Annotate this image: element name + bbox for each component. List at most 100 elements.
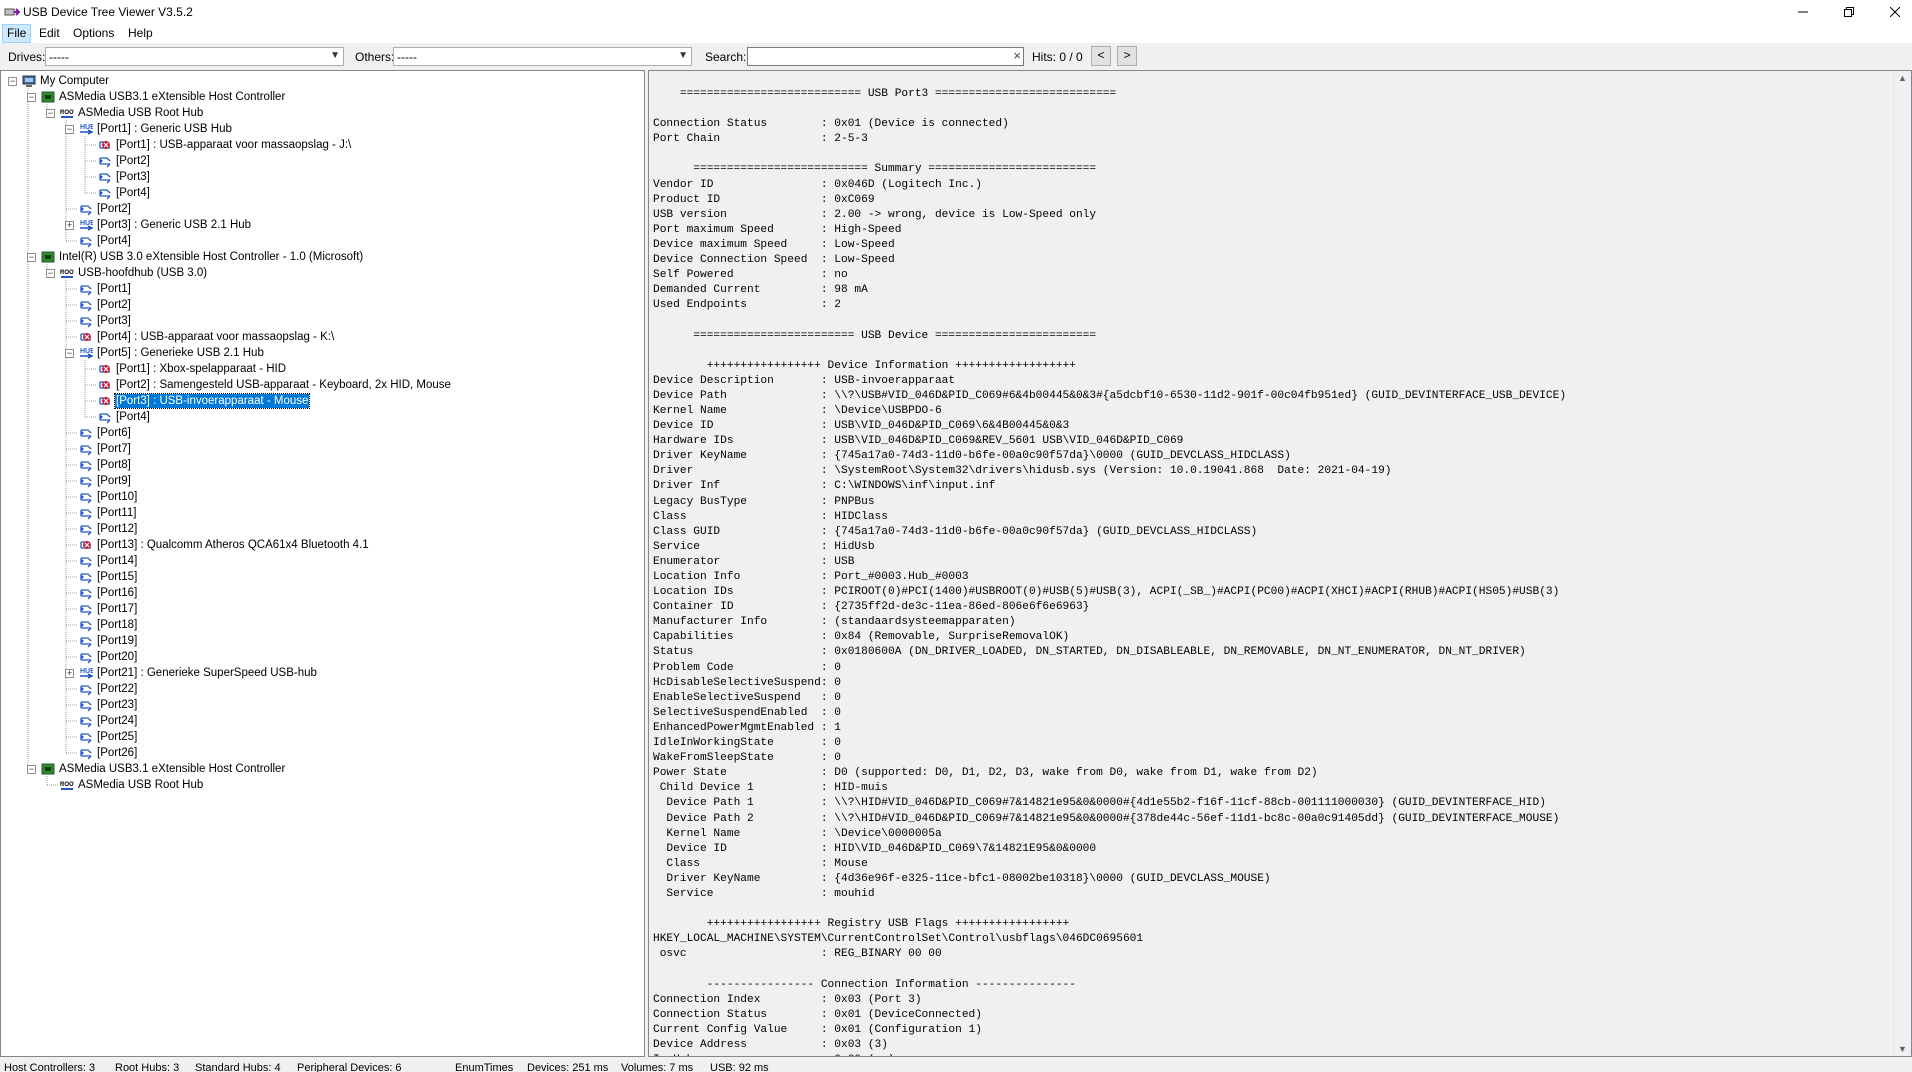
tree-node[interactable]: [Port9] bbox=[1, 473, 641, 489]
tree-node[interactable]: [Port3] : USB-invoerapparaat - Mouse bbox=[1, 393, 641, 409]
device-tree[interactable]: − My Computer − ASMedia USB3.1 eXtensible H… bbox=[0, 70, 645, 1057]
tree-node-label[interactable]: [Port1] : USB-apparaat voor massaopslag … bbox=[115, 138, 352, 152]
tree-node[interactable]: [Port1] bbox=[1, 281, 641, 297]
collapse-icon[interactable]: − bbox=[27, 765, 36, 774]
tree-node-label[interactable]: [Port4] bbox=[115, 410, 151, 424]
tree-node[interactable]: − ASMedia USB3.1 eXtensible Host Controll… bbox=[1, 761, 641, 777]
tree-node[interactable]: [Port25] bbox=[1, 729, 641, 745]
menu-edit[interactable]: Edit bbox=[35, 24, 64, 43]
tree-node[interactable]: [Port16] bbox=[1, 585, 641, 601]
scroll-up-icon[interactable]: ▲ bbox=[1898, 73, 1907, 83]
tree-node[interactable]: [Port2] : Samengesteld USB-apparaat - Ke… bbox=[1, 377, 641, 393]
tree-node[interactable]: [Port14] bbox=[1, 553, 641, 569]
tree-node-label[interactable]: ASMedia USB3.1 eXtensible Host Controlle… bbox=[58, 762, 286, 776]
tree-node-label[interactable]: [Port2] bbox=[96, 202, 132, 216]
tree-node-label[interactable]: [Port15] bbox=[96, 570, 138, 584]
tree-node-label[interactable]: [Port11] bbox=[96, 506, 137, 520]
collapse-icon[interactable]: − bbox=[8, 77, 17, 86]
tree-node[interactable]: [Port13] : Qualcomm Atheros QCA61x4 Blue… bbox=[1, 537, 641, 553]
expand-icon[interactable]: + bbox=[65, 221, 74, 230]
collapse-icon[interactable]: − bbox=[65, 349, 74, 358]
tree-node-label[interactable]: [Port4] bbox=[115, 186, 151, 200]
report-vertical-scrollbar[interactable]: ▲ ▼ bbox=[1893, 71, 1911, 1056]
tree-node[interactable]: −ROOTASMedia USB Root Hub bbox=[1, 105, 641, 121]
tree-node[interactable]: − ASMedia USB3.1 eXtensible Host Controll… bbox=[1, 89, 641, 105]
tree-node[interactable]: [Port11] bbox=[1, 505, 641, 521]
tree-node[interactable]: [Port1] : USB-apparaat voor massaopslag … bbox=[1, 137, 641, 153]
tree-node-label[interactable]: [Port24] bbox=[96, 714, 138, 728]
tree-node-label[interactable]: [Port1] bbox=[96, 282, 132, 296]
tree-node[interactable]: [Port12] bbox=[1, 521, 641, 537]
expand-icon[interactable]: + bbox=[65, 669, 74, 678]
tree-node-label[interactable]: [Port2] : Samengesteld USB-apparaat - Ke… bbox=[115, 378, 452, 392]
tree-node-label[interactable]: [Port8] bbox=[96, 458, 132, 472]
tree-node[interactable]: [Port26] bbox=[1, 745, 641, 761]
collapse-icon[interactable]: − bbox=[27, 253, 36, 262]
tree-node-label[interactable]: ASMedia USB Root Hub bbox=[77, 106, 204, 120]
collapse-icon[interactable]: − bbox=[65, 125, 74, 134]
drives-dropdown[interactable]: ----- ▼ bbox=[45, 47, 344, 66]
tree-node-label[interactable]: [Port26] bbox=[96, 746, 138, 760]
tree-node-label[interactable]: [Port3] bbox=[115, 170, 151, 184]
tree-node[interactable]: [Port22] bbox=[1, 681, 641, 697]
tree-node-label[interactable]: [Port2] bbox=[115, 154, 151, 168]
tree-node[interactable]: [Port24] bbox=[1, 713, 641, 729]
tree-node[interactable]: −HUB[Port1] : Generic USB Hub bbox=[1, 121, 641, 137]
device-report-pane[interactable]: =========================== USB Port3 ==… bbox=[648, 70, 1912, 1057]
minimize-button[interactable] bbox=[1780, 0, 1826, 24]
collapse-icon[interactable]: − bbox=[27, 93, 36, 102]
tree-node[interactable]: [Port18] bbox=[1, 617, 641, 633]
menu-options[interactable]: Options bbox=[69, 24, 118, 43]
close-button[interactable] bbox=[1872, 0, 1912, 24]
tree-node-label[interactable]: [Port4] : USB-apparaat voor massaopslag … bbox=[96, 330, 335, 344]
tree-node-label[interactable]: [Port3] bbox=[96, 314, 132, 328]
tree-node-label[interactable]: [Port17] bbox=[96, 602, 138, 616]
tree-node-label[interactable]: Intel(R) USB 3.0 eXtensible Host Control… bbox=[58, 250, 364, 264]
tree-node-label[interactable]: USB-hoofdhub (USB 3.0) bbox=[77, 266, 208, 280]
tree-node[interactable]: [Port1] : Xbox-spelapparaat - HID bbox=[1, 361, 641, 377]
tree-node-label[interactable]: [Port13] : Qualcomm Atheros QCA61x4 Blue… bbox=[96, 538, 370, 552]
tree-node-label[interactable]: [Port16] bbox=[96, 586, 138, 600]
tree-node[interactable]: [Port2] bbox=[1, 201, 641, 217]
menu-file[interactable]: File bbox=[2, 24, 32, 43]
tree-node[interactable]: [Port4] bbox=[1, 185, 641, 201]
tree-node[interactable]: [Port2] bbox=[1, 297, 641, 313]
tree-node[interactable]: [Port7] bbox=[1, 441, 641, 457]
scroll-down-icon[interactable]: ▼ bbox=[1898, 1044, 1907, 1054]
search-input[interactable]: × bbox=[747, 47, 1024, 66]
tree-node[interactable]: [Port17] bbox=[1, 601, 641, 617]
tree-node-label[interactable]: [Port6] bbox=[96, 426, 132, 440]
restore-button[interactable] bbox=[1826, 0, 1872, 24]
menu-help[interactable]: Help bbox=[124, 24, 157, 43]
tree-node-label[interactable]: [Port3] : Generic USB 2.1 Hub bbox=[96, 218, 252, 232]
tree-node[interactable]: [Port4] bbox=[1, 409, 641, 425]
tree-node[interactable]: [Port15] bbox=[1, 569, 641, 585]
tree-node[interactable]: [Port4] bbox=[1, 233, 641, 249]
tree-node-label[interactable]: [Port5] : Generieke USB 2.1 Hub bbox=[96, 346, 265, 360]
others-dropdown[interactable]: ----- ▼ bbox=[393, 47, 692, 66]
tree-node[interactable]: [Port23] bbox=[1, 697, 641, 713]
tree-node-label[interactable]: [Port19] bbox=[96, 634, 138, 648]
next-hit-button[interactable]: > bbox=[1117, 46, 1137, 66]
previous-hit-button[interactable]: < bbox=[1091, 46, 1111, 66]
tree-node-label[interactable]: [Port1] : Xbox-spelapparaat - HID bbox=[115, 362, 287, 376]
tree-node[interactable]: [Port2] bbox=[1, 153, 641, 169]
tree-node-label[interactable]: ASMedia USB3.1 eXtensible Host Controlle… bbox=[58, 90, 286, 104]
tree-node-label[interactable]: [Port10] bbox=[96, 490, 138, 504]
tree-node-label[interactable]: [Port12] bbox=[96, 522, 138, 536]
tree-node[interactable]: [Port19] bbox=[1, 633, 641, 649]
tree-node[interactable]: + HUB[Port21] : Generieke SuperSpeed USB-… bbox=[1, 665, 641, 681]
tree-node-label[interactable]: [Port22] bbox=[96, 682, 138, 696]
tree-node-label[interactable]: [Port21] : Generieke SuperSpeed USB-hub bbox=[96, 666, 318, 680]
tree-node[interactable]: + HUB[Port3] : Generic USB 2.1 Hub bbox=[1, 217, 641, 233]
tree-node-label[interactable]: [Port9] bbox=[96, 474, 132, 488]
tree-node-label[interactable]: [Port7] bbox=[96, 442, 132, 456]
tree-node-label[interactable]: [Port1] : Generic USB Hub bbox=[96, 122, 233, 136]
tree-node-label[interactable]: [Port18] bbox=[96, 618, 138, 632]
tree-node-label[interactable]: [Port4] bbox=[96, 234, 132, 248]
tree-node-label[interactable]: My Computer bbox=[39, 74, 110, 88]
tree-node-label[interactable]: [Port2] bbox=[96, 298, 132, 312]
tree-node[interactable]: −ROOTUSB-hoofdhub (USB 3.0) bbox=[1, 265, 641, 281]
tree-node-label[interactable]: [Port14] bbox=[96, 554, 138, 568]
tree-node[interactable]: [Port8] bbox=[1, 457, 641, 473]
